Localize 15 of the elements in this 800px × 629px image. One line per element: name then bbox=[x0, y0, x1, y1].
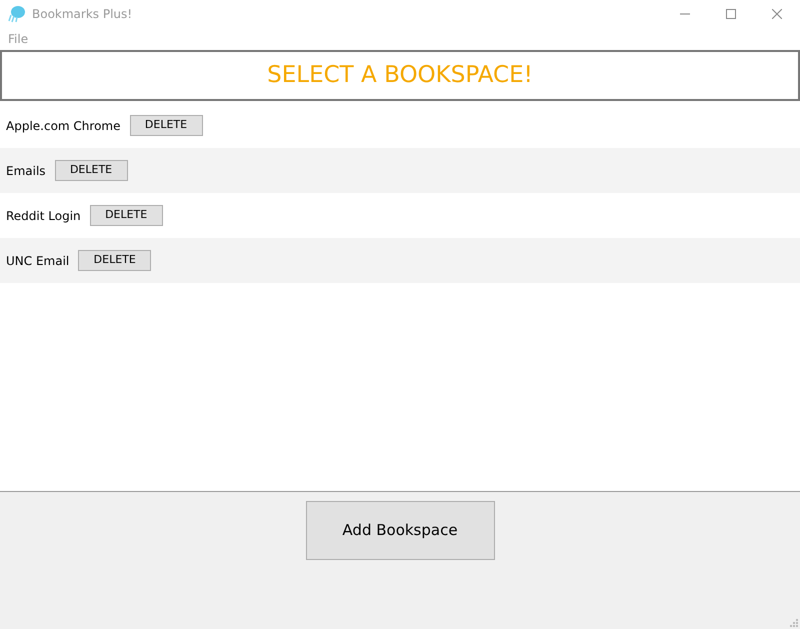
bookspace-name: Emails bbox=[6, 162, 46, 180]
window-title: Bookmarks Plus! bbox=[32, 6, 132, 23]
bookspace-name: UNC Email bbox=[6, 252, 70, 270]
bookspace-name: Reddit Login bbox=[6, 208, 81, 224]
header-banner: SELECT A BOOKSPACE! bbox=[0, 50, 800, 101]
jellyfish-icon bbox=[8, 5, 26, 23]
resize-grip-icon bbox=[790, 619, 798, 627]
delete-button[interactable]: DELETE bbox=[130, 115, 202, 136]
bookspace-name: Apple.com Chrome bbox=[6, 118, 120, 134]
add-bookspace-button[interactable]: Add Bookspace bbox=[306, 501, 494, 560]
delete-button[interactable]: DELETE bbox=[90, 205, 163, 226]
maximize-icon[interactable] bbox=[726, 9, 736, 19]
close-icon[interactable] bbox=[772, 9, 782, 19]
delete-button[interactable]: DELETE bbox=[78, 250, 152, 271]
delete-button[interactable]: DELETE bbox=[54, 160, 128, 181]
